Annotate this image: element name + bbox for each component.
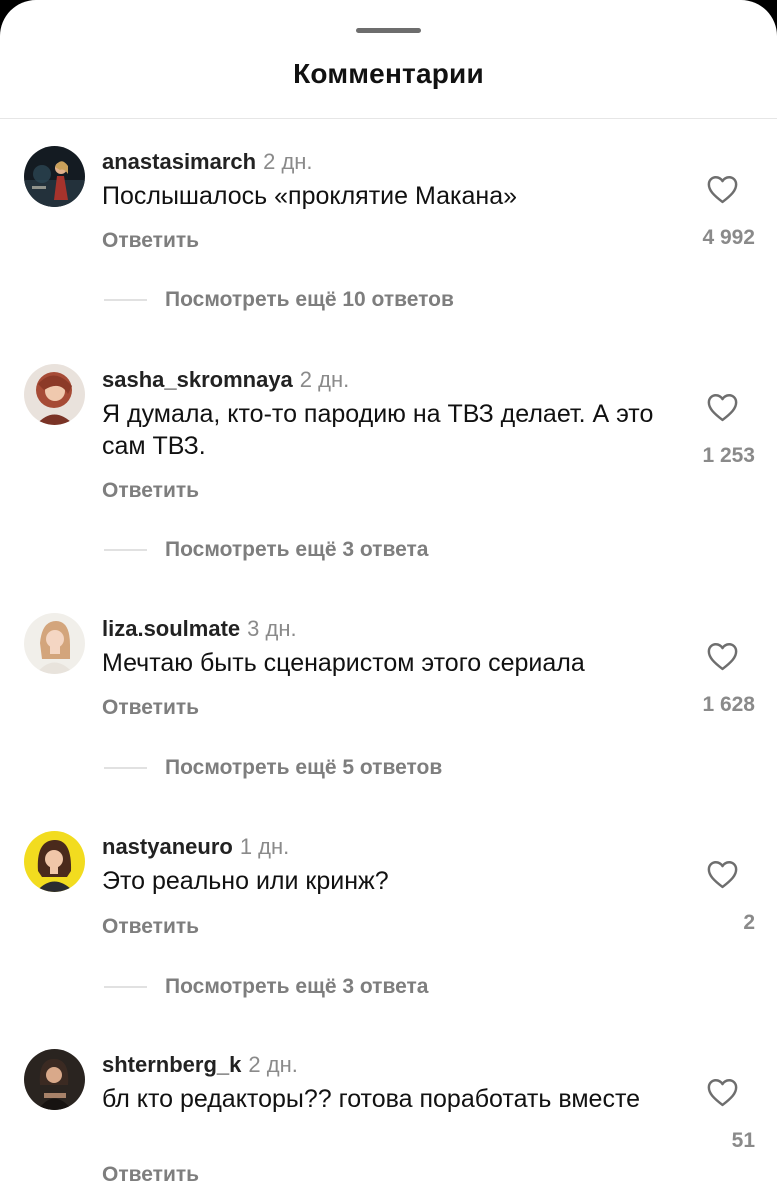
comment-age: 1 дн.	[239, 834, 290, 859]
comment-meta: liza.soulmate 3 дн.	[102, 616, 297, 642]
reply-button[interactable]: Ответить	[102, 915, 199, 939]
replies-divider-line	[104, 767, 147, 769]
comment-text: Это реально или кринж?	[102, 867, 389, 895]
heart-outline-icon[interactable]	[706, 859, 739, 889]
heart-outline-icon[interactable]	[706, 174, 739, 204]
comment-text: Мечтаю быть сценаристом этого сериала	[102, 649, 585, 677]
comment-text: Послышалось «проклятие Макана»	[102, 182, 518, 210]
heart-outline-icon[interactable]	[706, 1077, 739, 1107]
view-more-replies-label: Посмотреть ещё 3 ответа	[165, 538, 429, 561]
comment-age: 2 дн.	[263, 149, 313, 174]
avatar[interactable]	[24, 831, 85, 892]
replies-divider-line	[104, 299, 147, 301]
comment-text: Я думала, кто-то пародию на ТВЗ делает. …	[102, 400, 654, 460]
like-count: 4 992	[702, 226, 755, 249]
avatar[interactable]	[24, 364, 85, 425]
comment-age: 2 дн.	[299, 367, 350, 392]
like-count: 1 628	[702, 693, 755, 716]
sheet-title: Комментарии	[293, 58, 484, 89]
heart-outline-icon[interactable]	[706, 392, 739, 422]
comment-age: 3 дн.	[247, 616, 297, 641]
comment-username[interactable]: shternberg_k	[102, 1052, 241, 1077]
comment-meta: shternberg_k 2 дн.	[102, 1052, 298, 1078]
comment-username[interactable]: sasha_skromnaya	[102, 367, 293, 392]
comment-username[interactable]: liza.soulmate	[102, 616, 240, 641]
comments-sheet: Комментарии anastasimarch 2 дн. Послышало…	[0, 0, 777, 1200]
like-count: 2	[743, 911, 755, 934]
avatar[interactable]	[24, 146, 85, 207]
header-divider	[0, 118, 777, 119]
replies-divider-line	[104, 986, 147, 988]
avatar[interactable]	[24, 613, 85, 674]
avatar[interactable]	[24, 1049, 85, 1110]
comment-meta: anastasimarch 2 дн.	[102, 149, 313, 175]
comment-meta: sasha_skromnaya 2 дн.	[102, 367, 349, 393]
view-more-replies-label: Посмотреть ещё 5 ответов	[165, 756, 443, 779]
reply-button[interactable]: Ответить	[102, 696, 199, 720]
view-more-replies-label: Посмотреть ещё 10 ответов	[165, 288, 454, 311]
comment-meta: nastyaneuro 1 дн.	[102, 834, 289, 860]
reply-button[interactable]: Ответить	[102, 229, 199, 253]
like-count: 51	[731, 1129, 755, 1152]
comment-username[interactable]: anastasimarch	[102, 149, 256, 174]
view-more-replies-label: Посмотреть ещё 3 ответа	[165, 975, 429, 998]
sheet-grabber[interactable]	[356, 28, 421, 33]
comment-username[interactable]: nastyaneuro	[102, 834, 233, 859]
reply-button[interactable]: Ответить	[102, 479, 199, 503]
comment-age: 2 дн.	[248, 1052, 298, 1077]
replies-divider-line	[104, 549, 147, 551]
reply-button[interactable]: Ответить	[102, 1163, 199, 1187]
heart-outline-icon[interactable]	[706, 641, 739, 671]
comment-text: бл кто редакторы?? готова поработать вме…	[102, 1085, 641, 1113]
like-count: 1 253	[702, 444, 755, 467]
